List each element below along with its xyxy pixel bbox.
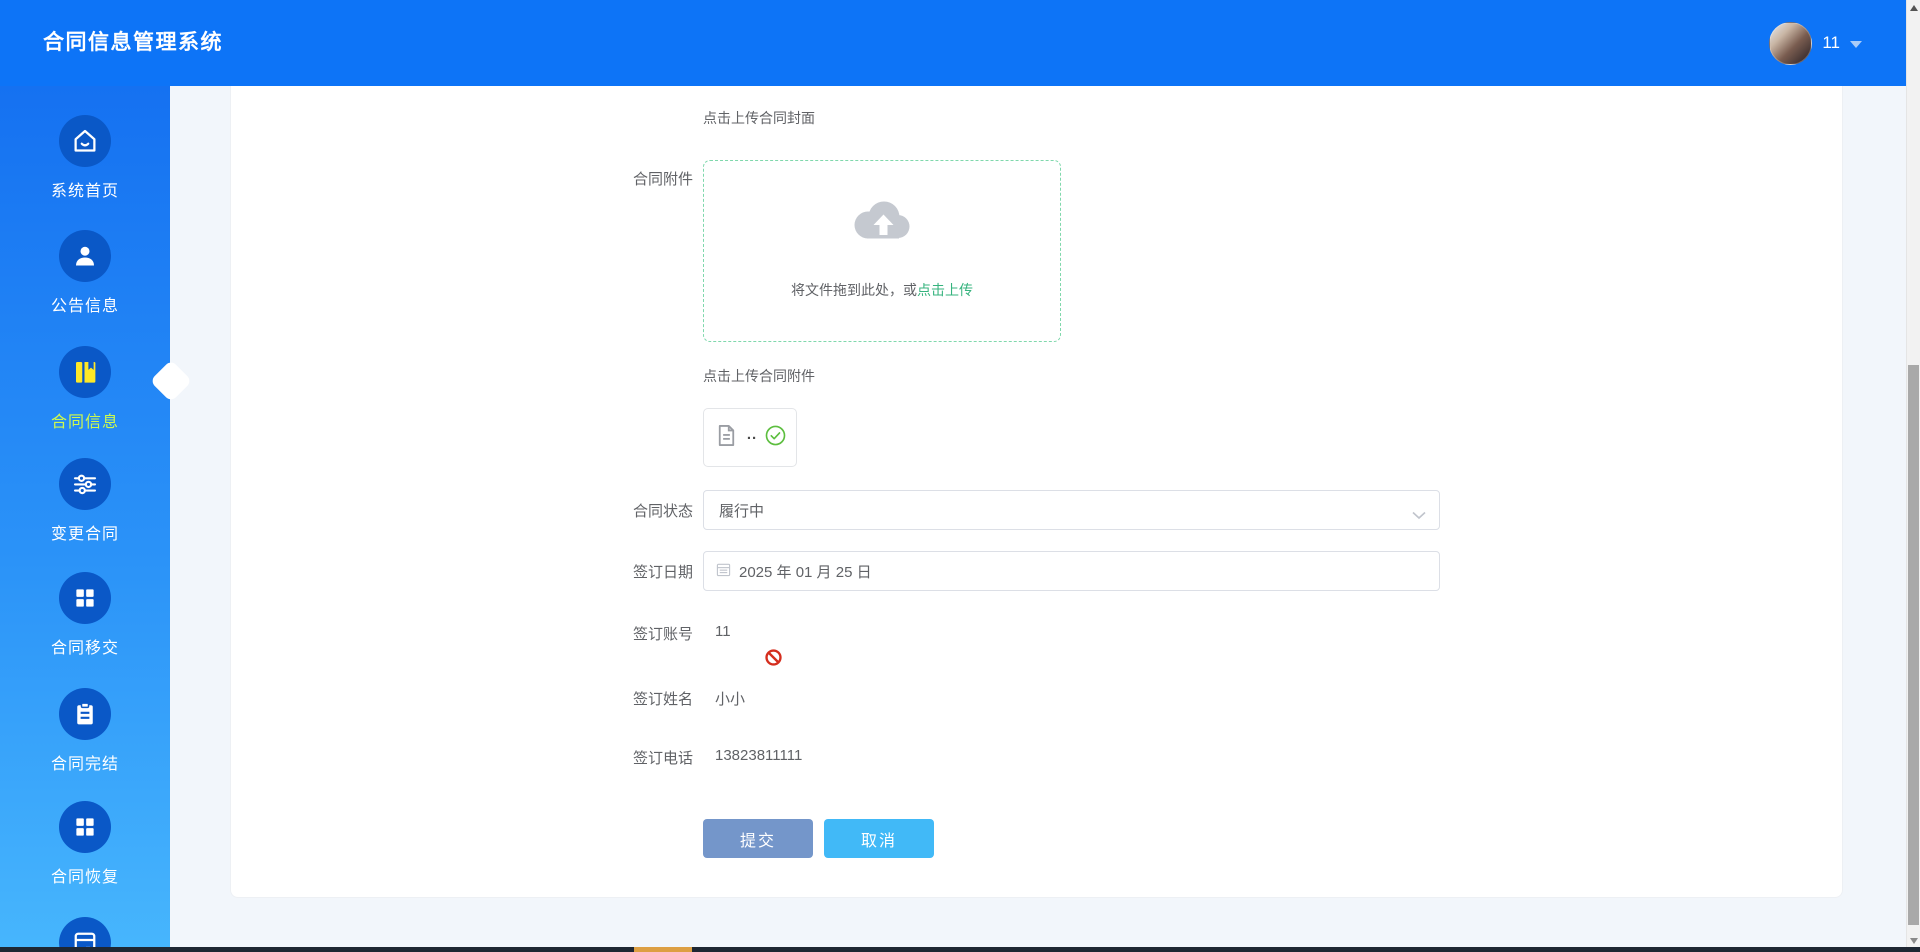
sidebar-item-announcements[interactable]: 公告信息 [0, 230, 170, 316]
username-label: 11 [1822, 33, 1840, 52]
scroll-up-button[interactable] [1907, 0, 1920, 15]
status-label: 合同状态 [632, 503, 693, 520]
sign-name-value: 小小 [715, 691, 746, 708]
main-content: 点击上传合同封面 合同附件 将文件拖到此处，或点击上传 点击上传合同附件 .. … [170, 86, 1906, 952]
user-avatar[interactable] [1769, 21, 1813, 65]
cancel-button[interactable]: 取消 [824, 819, 934, 858]
sidebar-item-label: 合同完结 [50, 756, 119, 773]
sign-phone-label: 签订电话 [632, 750, 693, 767]
attachment-label: 合同附件 [632, 171, 693, 188]
sidebar-item-finish-contract[interactable]: 合同完结 [0, 688, 170, 774]
triangle-up-icon [1909, 4, 1918, 11]
vertical-scrollbar[interactable] [1906, 0, 1920, 952]
sidebar-item-label: 合同移交 [50, 640, 119, 657]
document-icon [713, 422, 740, 454]
sign-date-value: 2025 年 01 月 25 日 [739, 563, 872, 581]
not-allowed-cursor-icon [764, 648, 783, 672]
scroll-down-button[interactable] [1907, 933, 1920, 948]
attachment-upload-hint: 点击上传合同附件 [703, 368, 815, 384]
grid-icon [59, 572, 111, 624]
app-title: 合同信息管理系统 [43, 31, 223, 54]
sidebar-item-transfer-contract[interactable]: 合同移交 [0, 572, 170, 658]
click-upload-link[interactable]: 点击上传 [917, 282, 973, 298]
upload-cloud-icon [847, 195, 917, 250]
top-header-bar: 合同信息管理系统 11 [0, 0, 1920, 86]
calendar-icon [716, 562, 731, 581]
status-value: 履行中 [719, 502, 765, 520]
cover-upload-hint: 点击上传合同封面 [703, 110, 815, 126]
sign-date-label: 签订日期 [632, 564, 693, 581]
chevron-down-icon [1412, 507, 1426, 524]
sign-date-input[interactable]: 2025 年 01 月 25 日 [703, 551, 1440, 591]
clipboard-icon [59, 688, 111, 740]
sidebar-item-label: 变更合同 [50, 526, 119, 543]
sign-account-label: 签订账号 [632, 626, 693, 643]
sidebar-item-label: 公告信息 [50, 298, 119, 315]
bottom-strip-highlight [634, 947, 692, 952]
submit-button[interactable]: 提交 [703, 819, 813, 858]
contract-form-card: 点击上传合同封面 合同附件 将文件拖到此处，或点击上传 点击上传合同附件 .. … [230, 86, 1843, 898]
user-menu[interactable]: 11 [1769, 0, 1862, 86]
sign-account-value: 11 [715, 623, 731, 640]
app-window: 合同信息管理系统 11 系统首页 公告信息 合同信息 变更合同 合同移交 合同完… [0, 0, 1920, 952]
book-icon [59, 346, 111, 398]
sliders-icon [59, 458, 111, 510]
sidebar-item-restore-contract[interactable]: 合同恢复 [0, 801, 170, 887]
caret-down-icon [1850, 41, 1862, 48]
scrollbar-thumb[interactable] [1908, 365, 1919, 925]
contract-status-select[interactable]: 履行中 [703, 490, 1440, 530]
sidebar-item-change-contract[interactable]: 变更合同 [0, 458, 170, 544]
sidebar-item-contracts[interactable]: 合同信息 [0, 346, 170, 432]
upload-success-icon [764, 424, 787, 452]
sign-phone-value: 13823811111 [715, 747, 803, 764]
home-icon [59, 115, 111, 167]
sidebar-item-label: 合同信息 [50, 414, 119, 431]
file-name: .. [746, 426, 758, 443]
sidebar-item-label: 合同恢复 [50, 869, 119, 886]
file-dropzone[interactable]: 将文件拖到此处，或点击上传 [703, 160, 1061, 342]
grid-icon [59, 801, 111, 853]
user-icon [59, 230, 111, 282]
sidebar-nav: 系统首页 公告信息 合同信息 变更合同 合同移交 合同完结 合同恢复 [0, 86, 170, 952]
uploaded-file-item[interactable]: .. [703, 408, 797, 467]
sign-name-label: 签订姓名 [632, 691, 693, 708]
sidebar-item-label: 系统首页 [50, 183, 119, 200]
dropzone-hint: 将文件拖到此处，或 [791, 282, 917, 298]
dropzone-text: 将文件拖到此处，或点击上传 [704, 280, 1060, 300]
bottom-edge-strip [0, 947, 1920, 952]
triangle-down-icon [1909, 937, 1918, 944]
sidebar-item-home[interactable]: 系统首页 [0, 115, 170, 201]
